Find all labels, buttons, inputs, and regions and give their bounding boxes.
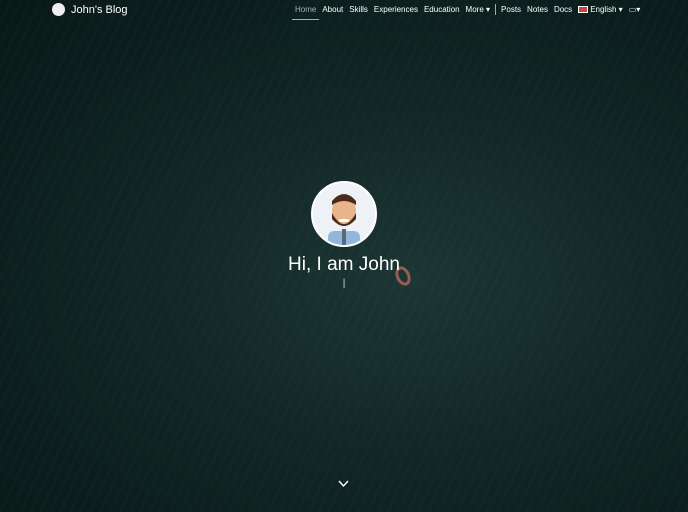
scroll-down-chevron-icon[interactable] xyxy=(338,478,349,489)
nav-posts[interactable]: Posts xyxy=(498,5,524,14)
navbar: John's Blog Home About Skills Experience… xyxy=(0,0,688,20)
monitor-icon: ▭ xyxy=(628,5,637,14)
nav-docs[interactable]: Docs xyxy=(551,5,575,14)
brand-title: John's Blog xyxy=(71,3,128,16)
typing-cursor: | xyxy=(342,278,346,289)
language-dropdown[interactable]: English ▾ xyxy=(575,5,626,14)
nav-more-dropdown[interactable]: More ▾ xyxy=(463,5,493,14)
theme-dropdown[interactable]: ▭▾ xyxy=(626,5,644,14)
brand-logo xyxy=(52,3,65,16)
nav-experiences[interactable]: Experiences xyxy=(371,5,421,14)
nav-skills[interactable]: Skills xyxy=(346,5,371,14)
nav-notes[interactable]: Notes xyxy=(524,5,551,14)
nav-home[interactable]: Home xyxy=(292,5,320,20)
hero-greeting: Hi, I am John xyxy=(288,254,400,275)
nav-about[interactable]: About xyxy=(319,5,346,14)
nav-more-label: More xyxy=(465,5,484,14)
nav-divider xyxy=(495,4,497,15)
brand-link[interactable]: John's Blog xyxy=(52,3,128,16)
hero: Hi, I am John | xyxy=(0,181,688,289)
language-label: English xyxy=(590,5,617,14)
uk-flag-icon xyxy=(578,6,589,13)
avatar xyxy=(311,181,377,247)
nav-menu: Home About Skills Experiences Education … xyxy=(292,0,644,20)
nav-education[interactable]: Education xyxy=(421,5,463,14)
